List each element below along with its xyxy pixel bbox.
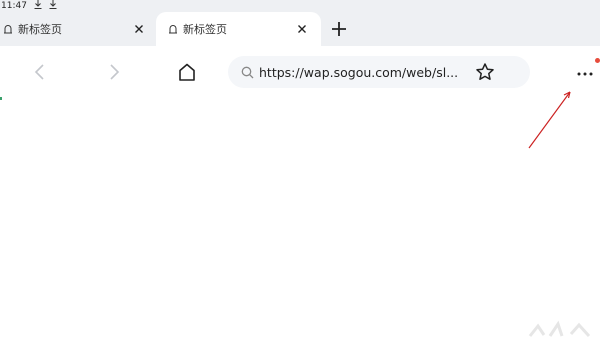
tab-label: 新标签页 [18, 23, 62, 36]
star-icon[interactable] [475, 62, 495, 82]
home-icon[interactable] [177, 62, 197, 82]
tab-2-active[interactable]: 新标签页 [156, 12, 321, 46]
status-bar: 11:47 [0, 0, 600, 12]
watermark-icon [528, 320, 591, 338]
tab-strip: 新标签页 新标签页 [0, 12, 600, 46]
more-dots-icon[interactable] [575, 62, 597, 82]
chevron-right-icon[interactable] [104, 62, 124, 82]
tab-1[interactable]: 新标签页 [0, 12, 154, 46]
annotation-arrow-icon [528, 91, 571, 149]
tab-page-icon [169, 25, 177, 34]
close-icon[interactable] [295, 22, 309, 36]
download-icon [34, 0, 42, 12]
plus-icon[interactable] [329, 19, 349, 39]
download-icon [49, 0, 57, 12]
toolbar: https://wap.sogou.com/web/sl... [0, 46, 600, 98]
edge-indicator [0, 97, 2, 100]
tab-page-icon [4, 25, 12, 34]
notification-dot [595, 58, 600, 63]
chevron-left-icon[interactable] [30, 62, 50, 82]
search-icon [241, 66, 254, 78]
status-time: 11:47 [1, 0, 27, 11]
tab-label: 新标签页 [183, 23, 227, 36]
close-icon[interactable] [132, 22, 146, 36]
address-text[interactable]: https://wap.sogou.com/web/sl... [259, 65, 458, 80]
